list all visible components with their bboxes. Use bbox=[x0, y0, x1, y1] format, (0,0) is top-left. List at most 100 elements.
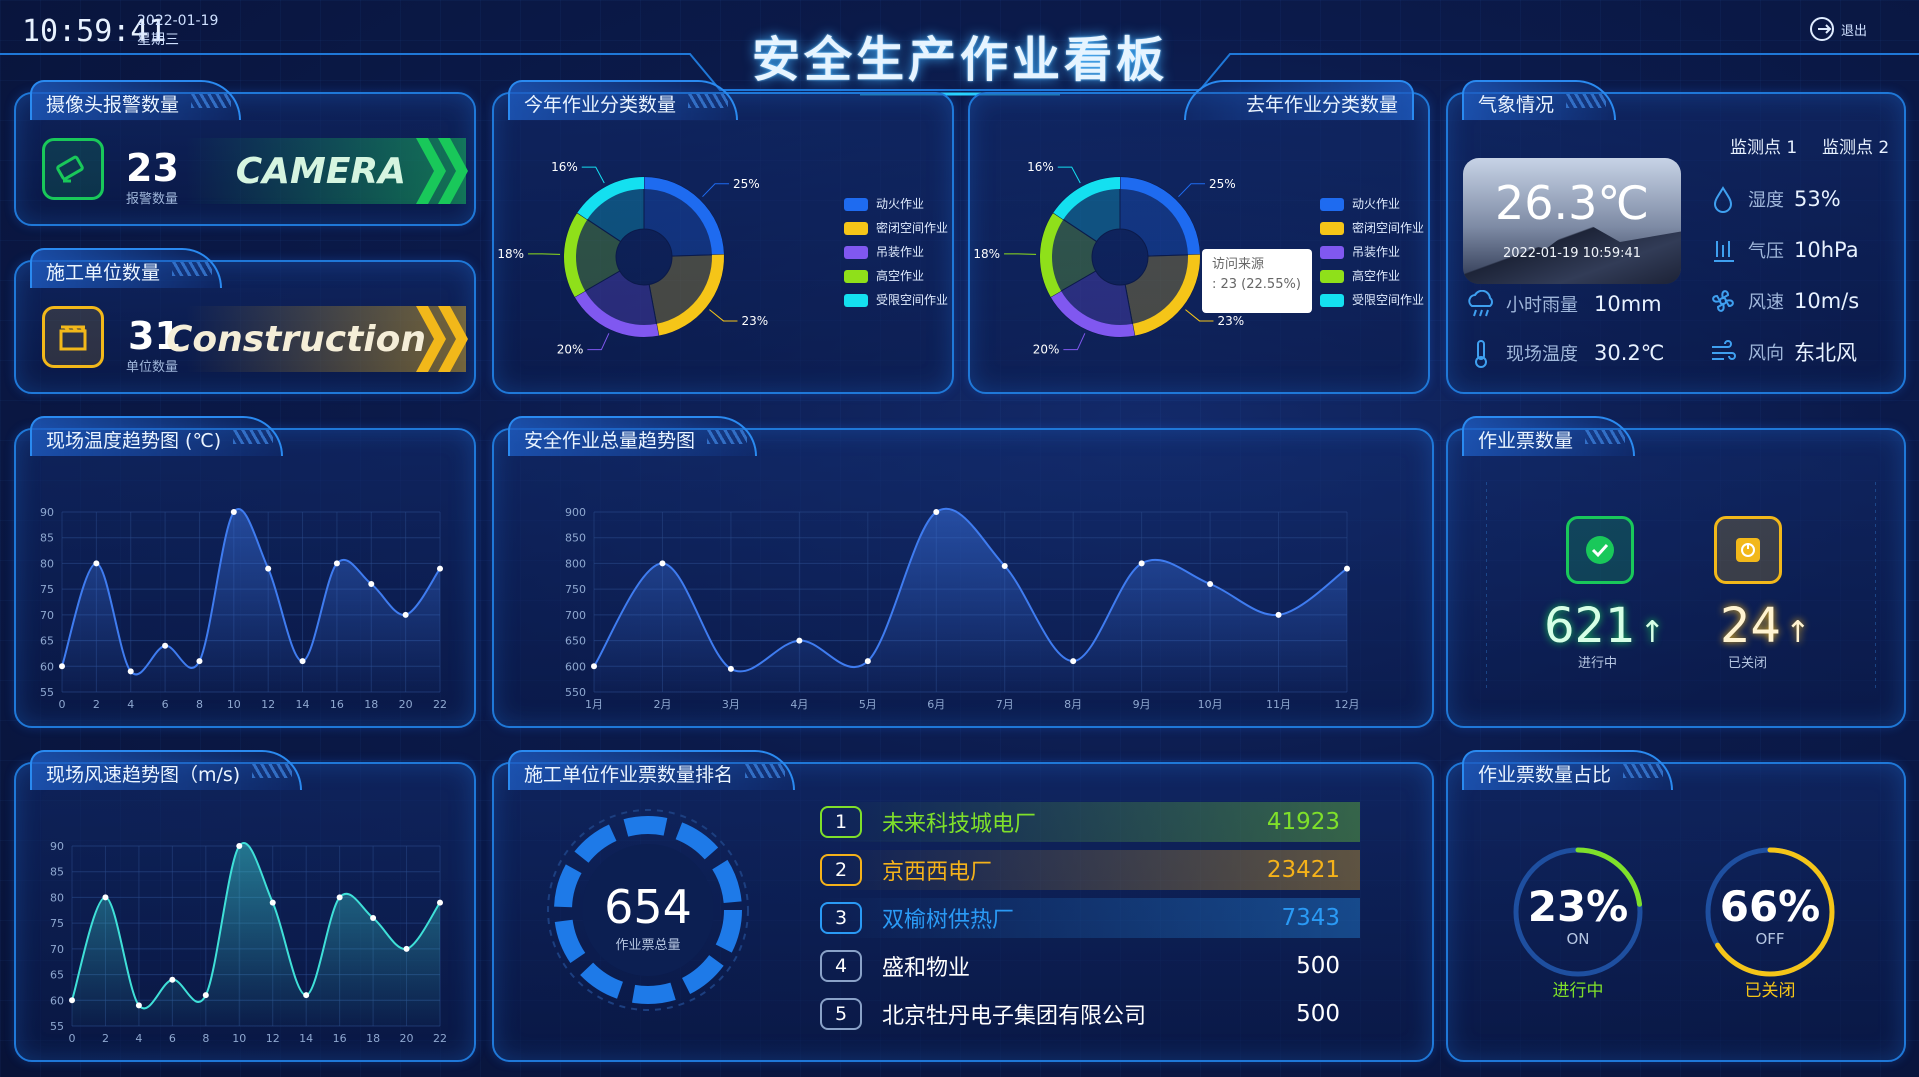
pie-label: 25% bbox=[1209, 177, 1236, 191]
pie-this-year-title: 今年作业分类数量 bbox=[508, 80, 739, 120]
data-point bbox=[269, 899, 276, 906]
ratio-off-caption: 已关闭 bbox=[1744, 981, 1796, 1001]
pie-label: 16% bbox=[1027, 160, 1054, 174]
rank-badge: 4 bbox=[820, 950, 862, 982]
data-point bbox=[102, 894, 109, 901]
ratio-on-sub: ON bbox=[1566, 930, 1590, 948]
x-tick-label: 4 bbox=[135, 1032, 142, 1045]
x-tick-label: 20 bbox=[400, 1032, 414, 1045]
closed-ticket-value: 24 bbox=[1720, 598, 1782, 654]
legend-item: 高空作业 bbox=[1320, 264, 1424, 288]
data-point bbox=[265, 565, 272, 572]
ranking-row: 3 双榆树供热厂 7343 bbox=[820, 898, 1360, 938]
pie-label: 20% bbox=[557, 343, 584, 357]
x-tick-label: 2 bbox=[102, 1032, 109, 1045]
x-tick-label: 12月 bbox=[1335, 698, 1360, 711]
weather-card: 26.3℃ 2022-01-19 10:59:41 bbox=[1463, 158, 1681, 284]
wind-dir-value: 东北风 bbox=[1794, 341, 1857, 365]
camera-panel-title: 摄像头报警数量 bbox=[30, 80, 242, 120]
active-ticket-icon bbox=[1566, 516, 1634, 584]
tickets-panel-title-text: 作业票数量 bbox=[1478, 430, 1574, 452]
legend-item: 受限空间作业 bbox=[1320, 288, 1424, 312]
legend-label: 密闭空间作业 bbox=[876, 221, 949, 235]
site-temp-item: 现场温度 30.2℃ bbox=[1466, 338, 1664, 368]
legend-label: 动火作业 bbox=[1352, 197, 1401, 211]
data-point bbox=[202, 992, 209, 999]
monitor-tab-1[interactable]: 监测点 1 bbox=[1730, 133, 1797, 158]
x-tick-label: 22 bbox=[433, 698, 447, 711]
data-point bbox=[1207, 581, 1214, 587]
ratio-on-caption: 进行中 bbox=[1552, 981, 1604, 1001]
pie-label: 20% bbox=[1033, 343, 1060, 357]
legend-label: 高空作业 bbox=[876, 269, 925, 283]
site-temp-label: 现场温度 bbox=[1506, 344, 1578, 365]
y-tick-label: 60 bbox=[40, 660, 54, 673]
pie-this-year-panel: 今年作业分类数量 25% 23% 20% 18% 16% 动火作业 密闭空间作业 吊装作… bbox=[492, 80, 954, 394]
rank-badge: 5 bbox=[820, 998, 862, 1030]
logout-button[interactable]: 退出 bbox=[1809, 16, 1867, 42]
weather-temp: 26.3℃ bbox=[1494, 176, 1650, 230]
data-point bbox=[864, 658, 871, 665]
ratio-off-sub: OFF bbox=[1755, 930, 1785, 948]
x-tick-label: 8月 bbox=[1064, 698, 1082, 711]
y-tick-label: 800 bbox=[565, 557, 586, 570]
pie-label-line bbox=[1057, 166, 1081, 184]
x-tick-label: 10 bbox=[232, 1032, 246, 1045]
legend-item: 密闭空间作业 bbox=[1320, 216, 1424, 240]
total-chart-panel: 安全作业总量趋势图 550 600 650 700 750 800 850 900 1月 2月 3月… bbox=[492, 416, 1434, 728]
y-tick-label: 650 bbox=[565, 635, 586, 648]
pie-this-year-title-text: 今年作业分类数量 bbox=[524, 94, 677, 116]
pie-label-line bbox=[1178, 183, 1206, 198]
pressure-label: 气压 bbox=[1748, 241, 1784, 262]
data-point bbox=[93, 560, 100, 567]
area-fill bbox=[594, 508, 1347, 692]
x-tick-label: 0 bbox=[69, 1032, 76, 1045]
weather-time: 2022-01-19 10:59:41 bbox=[1502, 246, 1642, 261]
legend-item: 吊装作业 bbox=[1320, 240, 1424, 264]
x-tick-label: 10月 bbox=[1198, 698, 1223, 711]
construction-chevrons bbox=[416, 306, 468, 372]
y-tick-label: 75 bbox=[40, 583, 54, 596]
thermometer-icon bbox=[1475, 340, 1487, 368]
x-tick-label: 6 bbox=[169, 1032, 176, 1045]
y-tick-label: 80 bbox=[40, 557, 54, 570]
weather-panel-title-text: 气象情况 bbox=[1478, 94, 1555, 116]
page-title: 安全生产作业看板 bbox=[751, 32, 1168, 88]
legend-item: 吊装作业 bbox=[844, 240, 948, 264]
x-tick-label: 5月 bbox=[859, 698, 877, 711]
x-tick-label: 2月 bbox=[653, 698, 671, 711]
legend-label: 密闭空间作业 bbox=[1352, 221, 1425, 235]
pie-label: 25% bbox=[733, 177, 760, 191]
x-tick-label: 14 bbox=[299, 1032, 313, 1045]
y-tick-label: 55 bbox=[50, 1020, 64, 1033]
y-tick-label: 750 bbox=[565, 583, 586, 596]
camera-alarm-sub: 报警数量 bbox=[126, 192, 179, 207]
humidity-icon bbox=[1713, 186, 1733, 213]
active-ticket-count: 621 ↑ bbox=[1544, 598, 1665, 654]
data-point bbox=[402, 611, 409, 618]
rank-badge: 2 bbox=[820, 854, 862, 886]
active-ticket-value: 621 bbox=[1544, 598, 1636, 654]
legend-label: 吊装作业 bbox=[876, 245, 925, 259]
ratio-off-pct: 66% bbox=[1719, 882, 1821, 931]
rank-badge: 3 bbox=[820, 902, 862, 934]
x-tick-label: 9月 bbox=[1133, 698, 1151, 711]
x-tick-label: 20 bbox=[399, 698, 413, 711]
x-tick-label: 8 bbox=[196, 698, 203, 711]
y-tick-label: 85 bbox=[50, 866, 64, 879]
data-point bbox=[659, 560, 666, 567]
rank-name: 未来科技城电厂 bbox=[882, 812, 1037, 837]
data-point bbox=[796, 637, 803, 644]
data-point bbox=[196, 658, 203, 665]
data-point bbox=[336, 894, 343, 901]
monitor-tab-2[interactable]: 监测点 2 bbox=[1822, 133, 1889, 158]
y-tick-label: 60 bbox=[50, 994, 64, 1007]
data-point bbox=[1070, 658, 1077, 665]
area-fill bbox=[62, 508, 440, 692]
data-point bbox=[1344, 565, 1350, 572]
wind-icon bbox=[1712, 340, 1736, 360]
rank-name: 北京牡丹电子集团有限公司 bbox=[882, 1004, 1147, 1029]
tooltip-value: : 23 (22.55%) bbox=[1212, 277, 1301, 292]
pie-label-line bbox=[1063, 333, 1086, 351]
data-point bbox=[403, 945, 410, 952]
